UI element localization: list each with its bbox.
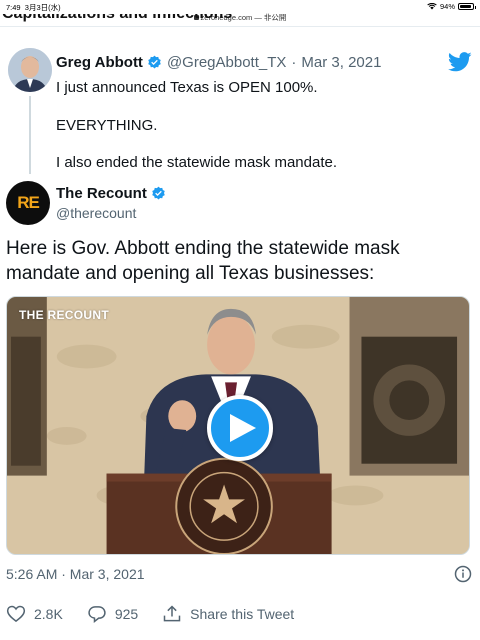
video-player[interactable]: THE RECOUNT [6,296,470,555]
status-indicators: 94% [427,2,476,11]
divider [0,26,480,27]
like-button[interactable]: 2.8K [6,604,63,624]
battery-icon [458,3,476,10]
video-brand-label: THE RECOUNT [19,308,109,322]
author-name[interactable]: The Recount [56,185,147,202]
quoted-tweet-header: Greg Abbott @GregAbbott_TX · Mar 3, 2021 [56,54,382,71]
thread-connector-line [29,96,31,174]
tweet-actions: 2.8K 925 Share this Tweet [6,604,318,624]
like-count: 2.8K [34,606,63,622]
share-label: Share this Tweet [190,606,295,622]
verified-badge-icon [148,55,161,69]
author-name-row: The Recount [56,185,171,202]
author-handle[interactable]: @therecount [56,205,136,221]
reply-button[interactable]: 925 [87,604,138,624]
info-icon[interactable] [454,565,472,583]
play-icon [229,414,256,442]
battery-percent: 94% [439,2,455,11]
quoted-author-handle[interactable]: @GregAbbott_TX [167,54,286,71]
quoted-tweet-line: EVERYTHING. [56,117,158,134]
reply-bubble-icon [88,606,106,624]
quoted-tweet-date[interactable]: Mar 3, 2021 [301,54,381,71]
share-button[interactable]: Share this Tweet [162,604,294,624]
quoted-author-name[interactable]: Greg Abbott [56,54,143,71]
tweet-timestamp[interactable]: 5:26 AM · Mar 3, 2021 [6,566,145,582]
the-recount-avatar[interactable]: RE [6,181,50,225]
quoted-tweet-line: I just announced Texas is OPEN 100%. [56,79,318,96]
reply-count: 925 [114,606,139,622]
play-button[interactable] [207,395,273,461]
twitter-bird-icon[interactable] [448,52,472,72]
article-heading-cut: Capitalizations and inflections [2,14,302,24]
quoted-tweet-line: I also ended the statewide mask mandate. [56,154,338,171]
tweet-text: Here is Gov. Abbott ending the statewide… [6,238,400,284]
wifi-icon [427,3,437,10]
heart-icon [6,605,26,623]
verified-badge-icon [152,186,165,200]
greg-abbott-avatar[interactable] [8,48,52,92]
share-icon [163,605,181,622]
